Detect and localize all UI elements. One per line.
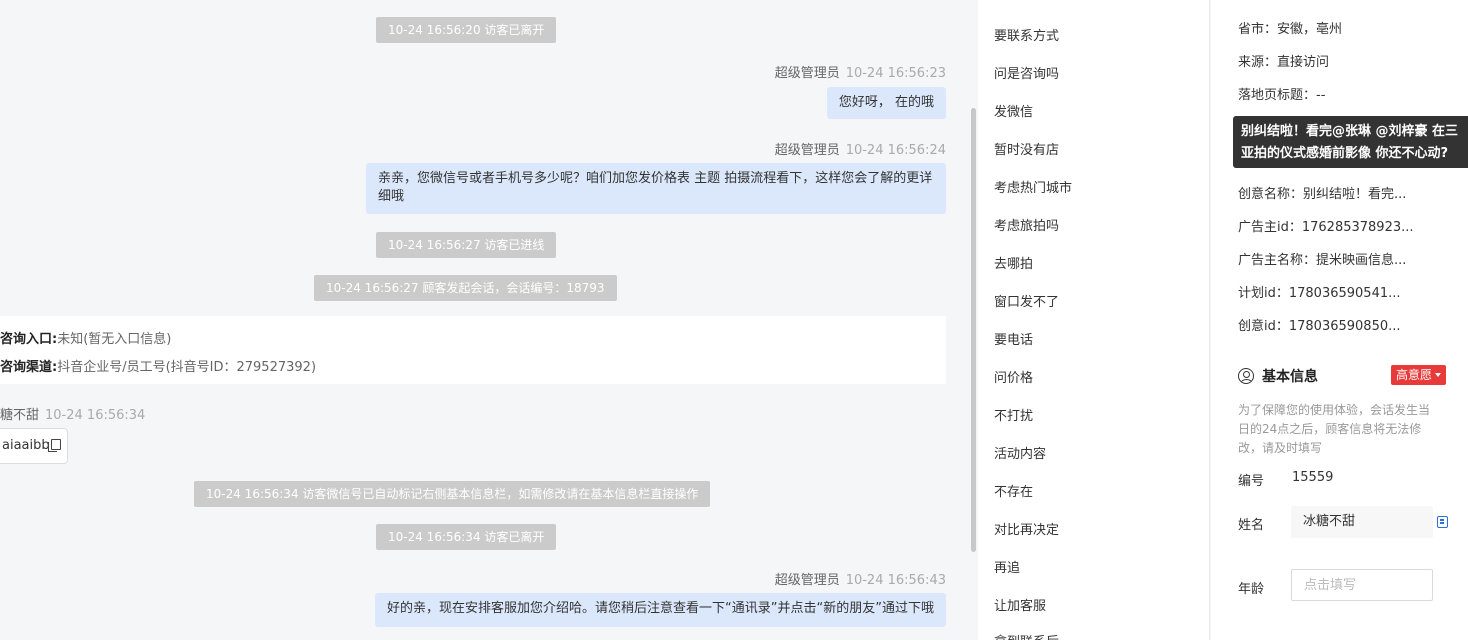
visitor-meta: 糖不甜 10-24 16:56:34 (0, 404, 145, 423)
message-time: 10-24 16:56:23 (845, 66, 946, 81)
quick-reply-item[interactable]: 要联系方式 (994, 25, 1059, 44)
advertiser-id-row: 广告主id：176285378923... (1238, 220, 1414, 235)
province-row: 省市：安徽，亳州 (1238, 22, 1343, 37)
quick-reply-item[interactable]: 对比再决定 (994, 519, 1059, 538)
consult-entry-row: 咨询入口:未知(暂无入口信息) (0, 328, 171, 347)
system-message: 10-24 16:56:27 顾客发起会话，会话编号：18793 (314, 275, 617, 301)
creative-name-tooltip: 别纠结啦！看完@张琳 @刘梓豪 在三 亚拍的仪式感婚前影像 你还不心动? (1233, 116, 1468, 168)
visitor-wechat-text: aiaaibb (2, 438, 50, 453)
consult-channel-row: 咨询渠道:抖音企业号/员工号(抖音号ID：279527392) (0, 356, 316, 375)
system-message: 10-24 16:56:27 访客已进线 (376, 232, 557, 258)
chat-panel: 10-24 16:56:20 访客已离开 超级管理员 10-24 16:56:23… (0, 0, 966, 640)
system-message: 10-24 16:56:34 访客已离开 (376, 524, 557, 550)
source-row: 来源：直接访问 (1238, 55, 1330, 70)
message-meta: 超级管理员 10-24 16:56:23 (775, 62, 946, 81)
quick-reply-item[interactable]: 要电话 (994, 329, 1033, 348)
system-message: 10-24 16:56:20 访客已离开 (376, 17, 557, 43)
quick-reply-item[interactable]: 活动内容 (994, 443, 1046, 462)
message-line: 亲亲，您微信号或者手机号多少呢？咱们加您发价格表 主题 拍摄流程看下，这样您会了… (378, 171, 933, 186)
consult-entry-label: 咨询入口: (0, 332, 58, 347)
sender-name: 超级管理员 (774, 143, 840, 158)
consult-info-card: 咨询入口:未知(暂无入口信息) 咨询渠道:抖音企业号/员工号(抖音号ID：279… (0, 316, 946, 384)
quick-reply-panel: 要联系方式 问是咨询吗 发微信 暂时没有店 考虑热门城市 考虑旅拍吗 去哪拍 窗… (978, 0, 1210, 640)
consult-channel-label: 咨询渠道: (0, 360, 58, 375)
agent-message-bubble: 好的亲，现在安排客服加您介绍哈。请您稍后注意查看一下“通讯录”并点击“新的朋友”… (375, 593, 946, 627)
intent-badge-label: 高意愿 (1396, 368, 1433, 382)
tooltip-line: 别纠结啦！看完@张琳 @刘梓豪 在三 (1241, 124, 1459, 139)
customer-info-panel: 省市：安徽，亳州 来源：直接访问 落地页标题：-- 创意名称：别纠结啦！看完..… (1211, 0, 1468, 640)
sender-name: 超级管理员 (774, 573, 840, 588)
quick-reply-item[interactable]: 问是咨询吗 (994, 63, 1059, 82)
quick-reply-item[interactable]: 不存在 (994, 481, 1033, 500)
age-label: 年龄 (1238, 582, 1265, 597)
quick-reply-item[interactable]: 拿到联系后 (994, 631, 1059, 640)
user-icon (1238, 368, 1254, 384)
quick-reply-item[interactable]: 不打扰 (994, 405, 1033, 424)
age-input[interactable] (1291, 569, 1433, 601)
consult-entry-value: 未知(暂无入口信息) (57, 332, 172, 347)
quick-reply-item[interactable]: 发微信 (994, 101, 1033, 120)
plan-id-row: 计划id：178036590541... (1238, 286, 1401, 301)
quick-reply-item[interactable]: 暂时没有店 (994, 139, 1059, 158)
system-message: 10-24 16:56:34 访客微信号已自动标记右侧基本信息栏，如需修改请在基… (194, 481, 711, 507)
quick-reply-item[interactable]: 让加客服 (994, 595, 1046, 614)
message-time: 10-24 16:56:24 (845, 143, 946, 158)
app-root: 10-24 16:56:20 访客已离开 超级管理员 10-24 16:56:23… (0, 0, 1468, 640)
quick-reply-item[interactable]: 问价格 (994, 367, 1033, 386)
creative-name-row[interactable]: 创意名称：别纠结啦！看完... (1238, 183, 1406, 202)
name-label: 姓名 (1238, 518, 1265, 533)
name-field[interactable]: 冰糖不甜 (1291, 506, 1433, 538)
consult-channel-value: 抖音企业号/员工号(抖音号ID：279527392) (57, 360, 317, 375)
message-time: 10-24 16:56:34 (45, 408, 146, 423)
sender-name: 超级管理员 (774, 66, 840, 81)
number-label: 编号 (1238, 474, 1265, 489)
landing-title-row: 落地页标题：-- (1238, 88, 1326, 103)
tooltip-line: 亚拍的仪式感婚前影像 你还不心动? (1241, 146, 1449, 161)
agent-message-bubble: 您好呀， 在的哦 (826, 87, 946, 119)
intent-badge[interactable]: 高意愿 (1391, 365, 1447, 385)
message-meta: 超级管理员 10-24 16:56:43 (775, 569, 946, 588)
chat-scrollbar[interactable] (971, 108, 976, 552)
caret-down-icon (1435, 373, 1442, 377)
message-time: 10-24 16:56:43 (845, 573, 946, 588)
copy-icon[interactable] (1437, 516, 1448, 528)
basic-info-title: 基本信息 (1238, 366, 1318, 386)
message-meta: 超级管理员 10-24 16:56:24 (775, 139, 946, 158)
advertiser-name-row: 广告主名称：提米映画信息... (1238, 253, 1407, 268)
quick-reply-item[interactable]: 再追 (994, 557, 1020, 576)
quick-reply-item[interactable]: 去哪拍 (994, 253, 1033, 272)
creative-id-row: 创意id：178036590850... (1238, 319, 1401, 334)
info-note: 为了保障您的使用体验，会话发生当日的24点之后，顾客信息将无法修改，请及时填写 (1238, 403, 1431, 455)
quick-reply-item[interactable]: 窗口发不了 (994, 291, 1059, 310)
quick-reply-item[interactable]: 考虑热门城市 (994, 177, 1072, 196)
number-value: 15559 (1292, 470, 1334, 485)
agent-message-bubble: 亲亲，您微信号或者手机号多少呢？咱们加您发价格表 主题 拍摄流程看下，这样您会了… (366, 163, 946, 214)
quick-reply-item[interactable]: 考虑旅拍吗 (994, 215, 1059, 234)
visitor-name: 糖不甜 (0, 408, 40, 423)
visitor-wechat-message[interactable]: aiaaibb (0, 428, 68, 464)
basic-info-title-text: 基本信息 (1262, 369, 1318, 385)
message-line: 细哦 (378, 189, 405, 204)
copy-icon[interactable] (47, 439, 61, 452)
